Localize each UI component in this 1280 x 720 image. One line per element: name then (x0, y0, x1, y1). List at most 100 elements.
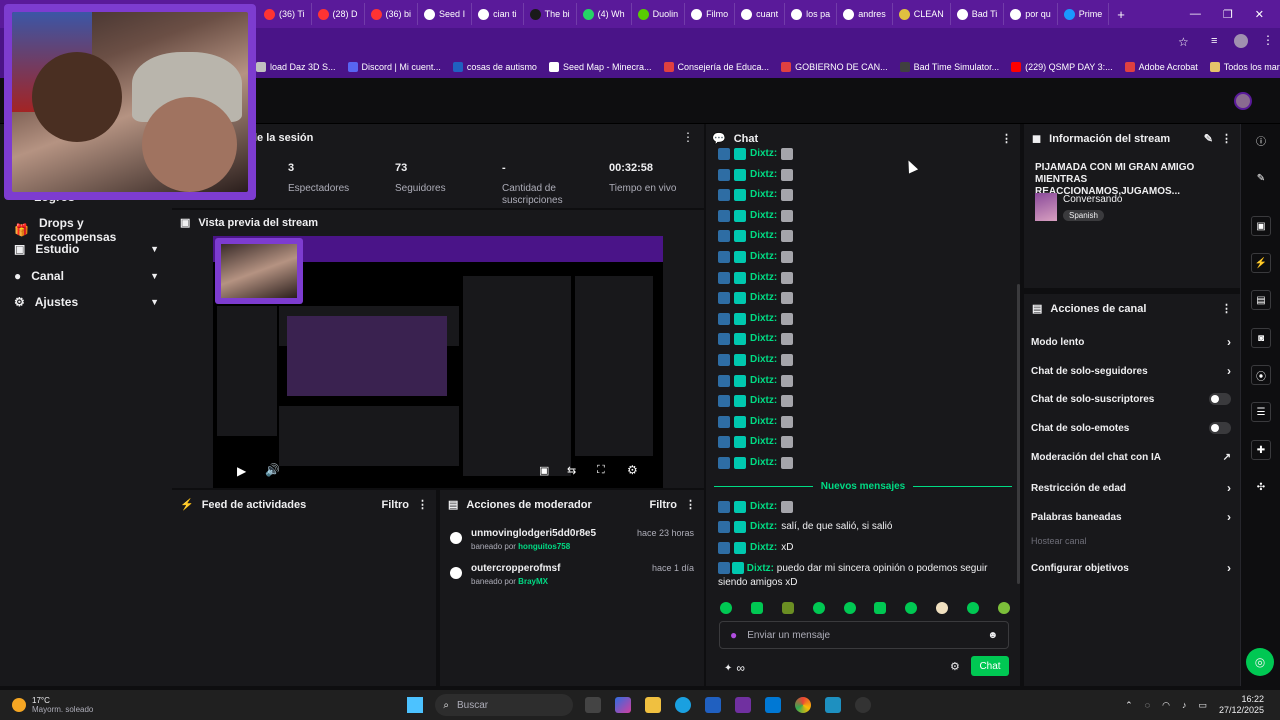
emote-icon[interactable] (936, 602, 949, 614)
wifi-icon[interactable]: ◠ (1162, 700, 1170, 711)
chat-message[interactable]: Dixtz: (718, 168, 1008, 181)
browser-tab[interactable]: los pa (785, 3, 838, 25)
store-icon[interactable] (705, 697, 722, 713)
action-age-restriction[interactable]: Restricción de edad › (1031, 481, 1231, 495)
puzzle-icon[interactable]: ✣ (1251, 477, 1271, 497)
browser-tab[interactable]: Filmo (685, 3, 736, 25)
chat-bubble-icon[interactable]: ◙ (1251, 328, 1271, 348)
chat-message[interactable]: Dixtz: (718, 333, 1008, 346)
mod-filter-button[interactable]: Filtro (650, 499, 678, 511)
browser-tab[interactable]: (4) Wh (577, 3, 632, 25)
taskbar-search[interactable]: ⌕ Buscar (435, 694, 574, 716)
emote-icon[interactable] (997, 602, 1010, 614)
chat-message[interactable]: Dixtz: (718, 189, 1008, 202)
emote-only-toggle[interactable] (1209, 422, 1231, 434)
chat-message[interactable]: Dixtz: (718, 271, 1008, 284)
moderator-name[interactable]: BrayMX (518, 577, 548, 586)
more-icon[interactable]: ⋮ (1001, 132, 1012, 145)
mail-icon[interactable] (765, 697, 782, 713)
volume-icon[interactable]: 🔊 (265, 463, 280, 477)
chat-message[interactable]: Dixtz: xD (718, 542, 1008, 554)
bookmark-item[interactable]: Bad Time Simulator... (894, 62, 1006, 72)
sidebar-item-estudio[interactable]: ▣ Estudio ▼ (14, 242, 159, 256)
more-icon[interactable]: ⋮ (682, 130, 694, 144)
copilot-icon[interactable] (615, 697, 632, 713)
bookmark-item[interactable]: Adobe Acrobat (1119, 62, 1204, 72)
sidebar-item-ajustes[interactable]: ⚙ Ajustes ▼ (14, 295, 159, 309)
sidebar-item-drops[interactable]: 🎁 Drops y recompensas (14, 216, 159, 244)
bolt-icon[interactable]: ⚡ (1251, 253, 1271, 273)
broadcast-icon[interactable]: ⦿ (1251, 365, 1271, 385)
edge-icon[interactable] (675, 697, 692, 713)
chat-message[interactable]: Dixtz: (718, 148, 1008, 160)
more-icon[interactable]: ⋮ (1221, 132, 1232, 145)
minimize-icon[interactable]: — (1190, 8, 1201, 21)
emote-icon[interactable] (874, 602, 887, 614)
bookmark-item[interactable]: cosas de autismo (447, 62, 543, 72)
browser-tab[interactable]: The bi (524, 3, 577, 25)
emote-icon[interactable] (812, 602, 825, 614)
list-icon[interactable]: ☰ (1251, 402, 1271, 422)
chat-message[interactable]: Dixtz: (718, 354, 1008, 366)
browser-tab[interactable]: (28) D (312, 3, 365, 25)
browser-tab[interactable]: (36) bi (365, 3, 419, 25)
all-bookmarks[interactable]: Todos los marcadores (1204, 62, 1280, 72)
moderator-name[interactable]: honguitos758 (518, 542, 570, 551)
chat-send-button[interactable]: Chat (971, 656, 1009, 676)
emote-icon[interactable] (750, 602, 763, 614)
task-view-icon[interactable] (585, 697, 602, 713)
action-slow-mode[interactable]: Modo lento › (1031, 335, 1231, 349)
chat-message[interactable]: Dixtz: (718, 501, 1008, 513)
settings-icon[interactable]: ⚙ (627, 463, 638, 477)
bookmark-item[interactable]: (229) QSMP DAY 3:... (1005, 62, 1119, 72)
wrench-icon[interactable]: ✚ (1251, 440, 1271, 460)
browser-tab[interactable]: por qu (1004, 3, 1058, 25)
action-ai-moderation[interactable]: Moderación del chat con IA ↗ (1031, 452, 1231, 463)
windows-start-icon[interactable] (407, 697, 424, 713)
play-icon[interactable]: ▶ (237, 464, 246, 478)
battery-icon[interactable]: ▭ (1198, 700, 1207, 711)
volume-icon[interactable]: ♪ (1182, 700, 1187, 710)
fullscreen-icon[interactable]: ⛶ (597, 464, 605, 477)
user-avatar[interactable] (1234, 92, 1252, 110)
browser-tab[interactable]: Seed I (418, 3, 473, 25)
chat-message[interactable]: Dixtz: salí, de que salió, si salió (718, 521, 1008, 533)
new-messages-divider[interactable]: Nuevos mensajes (714, 480, 1012, 492)
theatre-icon[interactable]: ▣ (539, 464, 549, 477)
chat-message[interactable]: Dixtz: (718, 292, 1008, 305)
chat-message[interactable]: Dixtz: (718, 415, 1008, 428)
profile-avatar[interactable] (1234, 34, 1248, 48)
chat-message[interactable]: Dixtz: (718, 374, 1008, 387)
chat-message[interactable]: Dixtz: (718, 230, 1008, 243)
app-icon[interactable] (825, 697, 842, 713)
bookmark-item[interactable]: Seed Map - Minecra... (543, 62, 658, 72)
browser-tab[interactable]: CLEAN (893, 3, 951, 25)
bookmark-item[interactable]: load Daz 3D S... (250, 62, 342, 72)
help-button[interactable]: ◎ (1246, 648, 1274, 676)
bookmark-item[interactable]: Discord | Mi cuent... (342, 62, 447, 72)
chat-message[interactable]: Dixtz: (718, 436, 1008, 449)
more-icon[interactable]: ⋮ (1221, 302, 1232, 315)
app-icon[interactable] (735, 697, 752, 713)
subscribers-only-toggle[interactable] (1209, 393, 1231, 405)
action-followers-only[interactable]: Chat de solo-seguidores › (1031, 364, 1231, 378)
edit-icon[interactable]: ✎ (1204, 132, 1213, 145)
feed-filter-button[interactable]: Filtro (382, 499, 410, 511)
chat-message[interactable]: Dixtz: (718, 395, 1008, 408)
clip-icon[interactable]: ⇆ (567, 464, 576, 477)
weather-widget[interactable]: 17°C Mayorm. soleado (32, 696, 93, 714)
menu-icon[interactable]: ⋮ (1262, 33, 1274, 47)
close-icon[interactable]: ✕ (1255, 8, 1264, 21)
new-tab-button[interactable]: + (1109, 7, 1133, 22)
emote-icon[interactable] (843, 602, 856, 614)
sidebar-item-canal[interactable]: ● Canal ▼ (14, 269, 159, 283)
category-name[interactable]: Conversando (1063, 194, 1122, 205)
network-icon[interactable]: ◌ (1145, 700, 1150, 710)
star-icon[interactable]: ☆ (1178, 35, 1189, 49)
action-configure-goals[interactable]: Configurar objetivos › (1031, 561, 1231, 575)
emoji-icon[interactable]: ☻ (987, 630, 998, 641)
bookmark-item[interactable]: Consejería de Educa... (658, 62, 776, 72)
more-icon[interactable]: ⋮ (685, 498, 696, 511)
browser-tab[interactable]: andres (837, 3, 893, 25)
chat-message[interactable]: Dixtz: (718, 209, 1008, 222)
